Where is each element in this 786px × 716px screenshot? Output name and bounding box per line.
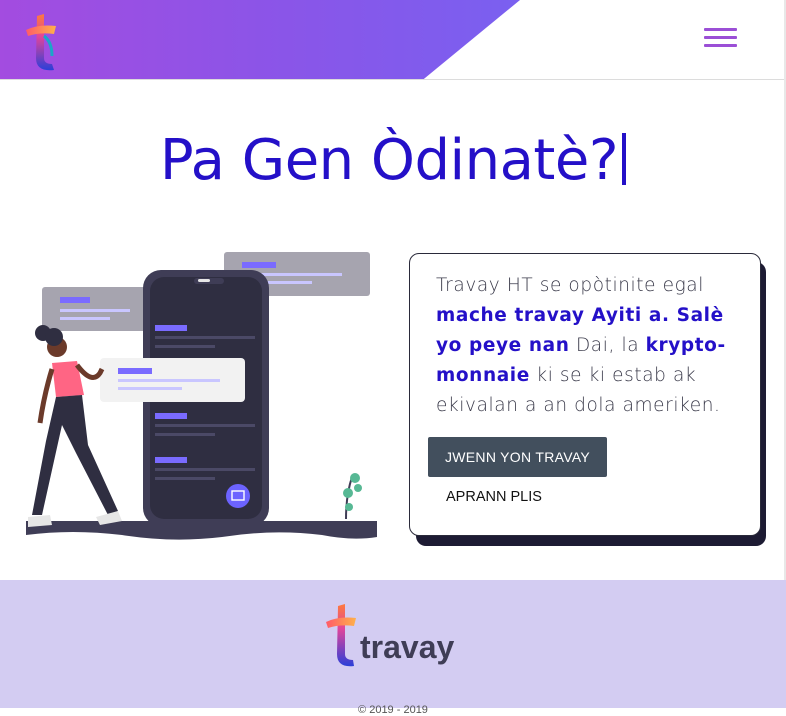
footer: travay © 2019 - 2019: [0, 580, 786, 716]
header-gradient-banner: [0, 0, 520, 79]
tt-logo-icon[interactable]: [22, 12, 62, 72]
hamburger-menu-button[interactable]: [704, 26, 738, 48]
menu-line: [704, 36, 737, 39]
phone-illustration: [26, 252, 377, 540]
intro-text-2: Dai, la: [569, 335, 646, 356]
hero-title-text: Pa Gen Òdinatè?: [159, 128, 619, 193]
footer-logo-text: travay: [360, 629, 455, 665]
hero-title: Pa Gen Òdinatè?: [0, 128, 786, 193]
menu-line: [704, 44, 737, 47]
intro-text-1: Travay HT se opòtinite egal: [436, 275, 704, 296]
menu-line: [704, 28, 737, 31]
intro-paragraph: Travay HT se opòtinite egal mache travay…: [436, 271, 746, 421]
copyright-text: © 2019 - 2019: [358, 704, 428, 716]
typing-cursor: [622, 133, 627, 185]
top-navbar: [0, 0, 786, 80]
learn-more-link[interactable]: APRANN PLIS: [446, 489, 542, 505]
intro-card: Travay HT se opòtinite egal mache travay…: [409, 253, 761, 536]
find-job-button[interactable]: JWENN YON TRAVAY: [428, 437, 607, 477]
travay-logo[interactable]: travay: [324, 602, 464, 670]
